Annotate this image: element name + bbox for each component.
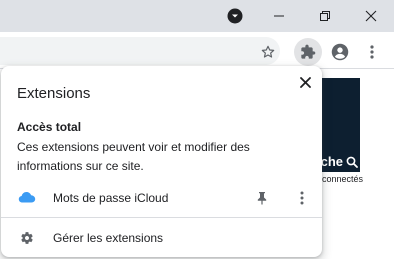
page-search-text: che [320, 154, 343, 169]
star-icon [261, 45, 275, 58]
restore-icon [320, 11, 330, 21]
page-search-label[interactable]: che [318, 152, 358, 172]
search-icon [346, 156, 358, 168]
profile-icon [331, 43, 349, 61]
title-bar [0, 0, 394, 32]
minimize-button[interactable] [256, 0, 302, 32]
popup-close-button[interactable] [295, 72, 315, 92]
bookmark-star-button[interactable] [254, 38, 282, 66]
pin-icon [257, 192, 267, 205]
address-bar[interactable] [0, 37, 280, 65]
restore-button[interactable] [302, 0, 348, 32]
popup-title: Extensions [17, 85, 91, 102]
menu-icon [370, 45, 374, 59]
puzzle-icon [301, 44, 316, 59]
minimize-icon [274, 15, 284, 17]
extensions-popup: Extensions Accès total Ces extensions pe… [1, 66, 322, 257]
dropdown-circle-icon [227, 8, 243, 24]
close-window-button[interactable] [348, 0, 394, 32]
close-icon [299, 76, 311, 88]
gear-icon [21, 232, 33, 244]
section-description: Ces extensions peuvent voir et modifier … [17, 140, 250, 173]
extensions-button[interactable] [294, 38, 322, 66]
profile-button[interactable] [326, 38, 354, 66]
close-icon [365, 10, 377, 22]
pin-button[interactable] [254, 190, 270, 206]
profile-dropdown-button[interactable] [212, 0, 258, 32]
icloud-icon [18, 192, 36, 203]
more-vertical-icon [300, 191, 304, 205]
manage-extensions-label: Gérer les extensions [53, 231, 164, 245]
manage-extensions-button[interactable]: Gérer les extensions [1, 226, 322, 250]
extension-more-button[interactable] [294, 189, 310, 207]
page-small-text: connectés [322, 174, 364, 184]
browser-menu-button[interactable] [358, 38, 386, 66]
extension-name: Mots de passe iCloud [53, 191, 169, 205]
popup-divider [1, 217, 322, 218]
extension-row[interactable]: Mots de passe iCloud [1, 184, 322, 212]
section-heading: Accès total [17, 120, 82, 134]
